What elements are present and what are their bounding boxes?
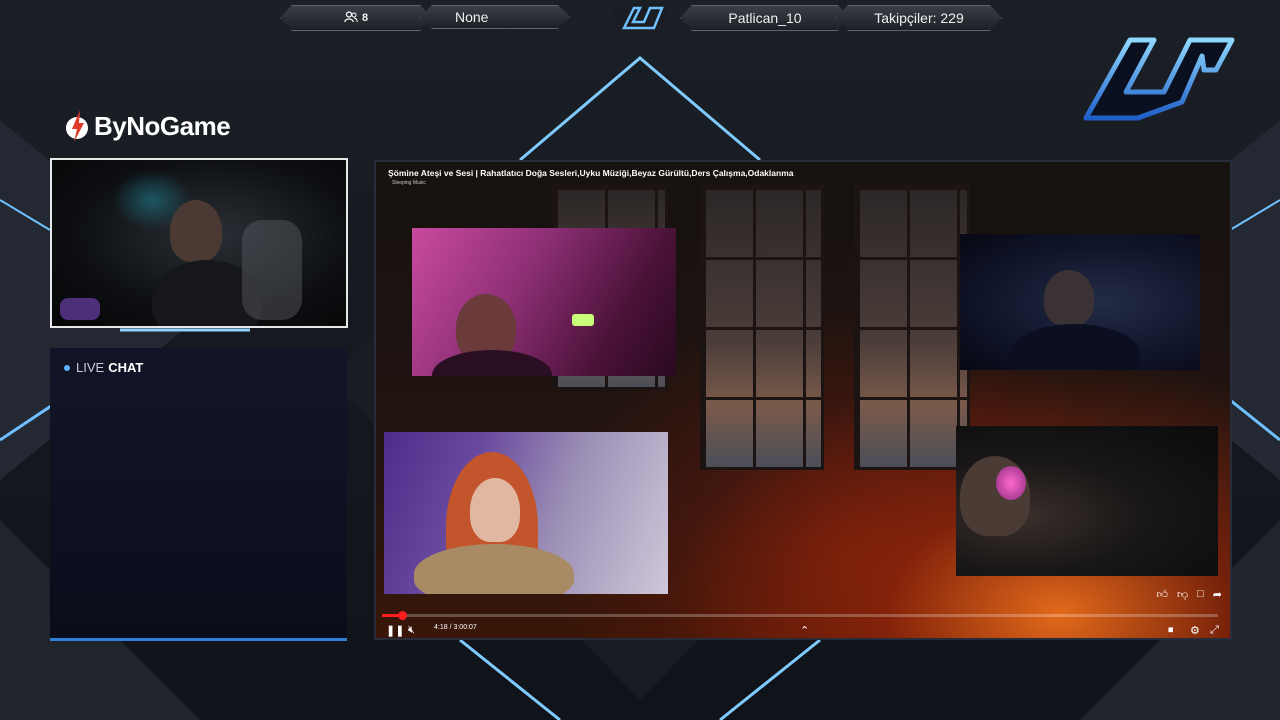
autoplay-toggle-icon[interactable]: ⏹ (1168, 624, 1174, 637)
dislike-icon[interactable]: 👎︎ (1177, 588, 1188, 601)
mute-icon[interactable]: 🔇︎ (408, 624, 415, 637)
video-player[interactable]: Şömine Ateşi ve Sesi | Rahatlatıcı Doğa … (374, 160, 1232, 640)
followers-count: Takipçiler: 229 (836, 5, 1002, 31)
live-chat-panel: LIVE CHAT (50, 348, 347, 641)
video-side-actions: 👍︎ 👎︎ □ ➦ (1156, 588, 1222, 601)
streamer-webcam (50, 158, 348, 328)
viewer-count: 8 (280, 5, 432, 31)
guest-cam-4 (956, 426, 1218, 576)
flame-icon (66, 110, 88, 142)
guest-cam-3 (384, 432, 668, 594)
pause-icon[interactable]: ❚❚ (386, 624, 404, 637)
live-dot-icon (64, 364, 70, 371)
comment-icon[interactable]: □ (1197, 588, 1204, 601)
ln-logo-small (610, 2, 670, 34)
ln-logo (1083, 37, 1235, 121)
video-time: 4:18 / 3:00:07 (434, 624, 477, 631)
video-channel[interactable]: Sleeping Music (392, 180, 426, 186)
video-controls: ❚❚ 🔇︎ 4:18 / 3:00:07 ⌃ ⏹ ⚙ ⤢ (376, 620, 1230, 638)
sponsor-name: ByNoGame (94, 110, 231, 141)
window-scene (700, 184, 824, 470)
chevron-up-icon[interactable]: ⌃ (800, 624, 809, 637)
like-icon[interactable]: 👍︎ (1156, 588, 1168, 601)
video-title[interactable]: Şömine Ateşi ve Sesi | Rahatlatıcı Doğa … (388, 168, 793, 178)
share-icon[interactable]: ➦ (1213, 588, 1222, 601)
top-stats-bar: 8 None Patlican_10 Takipçiler: 229 (280, 2, 1002, 34)
sponsor-brand: ByNoGame (64, 108, 231, 144)
game-name: None (420, 5, 570, 29)
guest-cam-2 (960, 234, 1200, 370)
users-icon (344, 10, 358, 26)
video-progress-bar[interactable] (382, 611, 1218, 620)
progress-knob[interactable] (398, 611, 407, 620)
live-chat-header: LIVE CHAT (64, 360, 143, 375)
channel-name: Patlican_10 (680, 5, 850, 31)
fullscreen-exit-icon[interactable]: ⤢ (1210, 624, 1219, 637)
settings-icon[interactable]: ⚙ (1190, 624, 1200, 637)
guest-cam-1 (412, 228, 676, 376)
